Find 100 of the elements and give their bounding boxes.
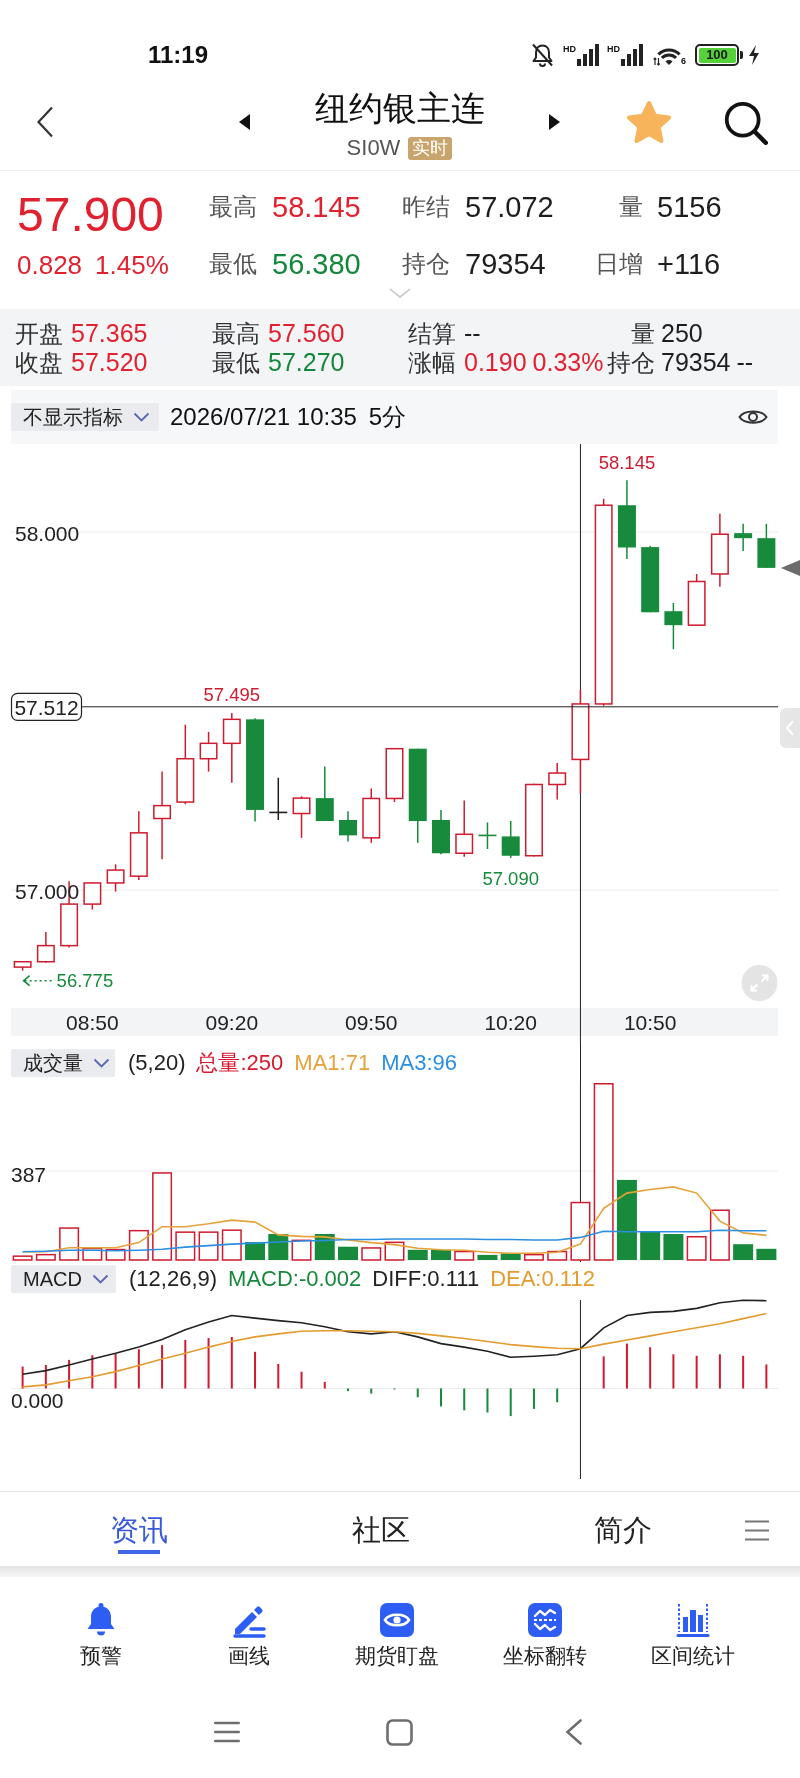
volume-bar <box>105 1248 126 1261</box>
indicator-dropdown[interactable]: MACD <box>11 1265 116 1293</box>
price-label: 57.495 <box>203 684 261 706</box>
star-icon[interactable] <box>627 100 671 144</box>
candlestick <box>501 820 520 859</box>
tool-button[interactable]: 区间统计 <box>619 1602 767 1669</box>
detail-label: 量 <box>631 319 655 348</box>
detail-label: 持仓 <box>607 348 655 377</box>
volume-bar <box>35 1253 56 1261</box>
tab[interactable]: 简介 <box>594 1512 652 1554</box>
volume-bar <box>570 1201 591 1261</box>
detail-value: 57.365 <box>71 319 148 348</box>
search-icon[interactable] <box>723 99 768 145</box>
macd-bar <box>625 1343 628 1389</box>
tool-button[interactable]: 画线 <box>175 1602 323 1669</box>
mute-icon <box>530 43 555 67</box>
tool-button[interactable]: 预警 <box>27 1602 175 1669</box>
detail-label: 涨幅 <box>408 348 456 377</box>
home-icon[interactable] <box>386 1719 413 1746</box>
legend-text: 总量:250 <box>196 1049 284 1077</box>
macd-bar <box>672 1354 675 1389</box>
tab[interactable]: 社区 <box>352 1512 410 1554</box>
macd-bar <box>532 1388 535 1409</box>
volume-axis-label: 387 <box>11 1162 47 1186</box>
candlestick <box>548 762 567 801</box>
volume-bar <box>221 1229 242 1261</box>
chevron-down-icon <box>93 1058 110 1068</box>
macd-bar <box>649 1347 652 1389</box>
chevron-left-icon <box>785 720 794 736</box>
macd-bar <box>161 1345 164 1389</box>
detail-value: 57.270 <box>268 348 345 377</box>
last-price: 57.900 <box>17 187 164 243</box>
stat-value: 57.072 <box>465 190 554 224</box>
volume-bar <box>338 1246 358 1260</box>
macd-bar <box>556 1388 559 1403</box>
macd-bar <box>137 1349 140 1389</box>
legend-text: DEA:0.112 <box>490 1266 595 1292</box>
legend-text: DIFF:0.111 <box>372 1266 480 1292</box>
side-panel-handle[interactable] <box>780 708 800 748</box>
bar-datetime: 2026/07/21 10:35 <box>170 403 357 431</box>
time-axis-label: 08:50 <box>66 1010 119 1034</box>
zigzag-tile-icon <box>527 1602 563 1638</box>
back-icon[interactable] <box>36 106 54 138</box>
detail-value: -- <box>736 348 754 377</box>
previous-icon[interactable] <box>239 114 250 130</box>
volume-bar <box>384 1241 405 1261</box>
volume-bar <box>407 1249 428 1260</box>
eye-icon <box>379 1602 415 1638</box>
bar-chart-icon <box>675 1602 711 1638</box>
tool-button[interactable]: 坐标翻转 <box>471 1602 619 1669</box>
menu-icon[interactable] <box>214 1721 240 1743</box>
macd-axis-label: 0.000 <box>11 1388 64 1412</box>
volume-bar <box>640 1231 661 1260</box>
stat-value: +116 <box>657 247 721 281</box>
time-axis-label: 10:50 <box>623 1010 677 1034</box>
instrument-code: SI0W <box>346 135 401 161</box>
volume-bar <box>709 1209 730 1261</box>
stat-value: 5156 <box>657 190 722 224</box>
candlestick <box>664 602 683 650</box>
stat-value: 56.380 <box>272 247 361 281</box>
indicator-dropdown[interactable]: 不显示指标 <box>11 403 159 431</box>
price-change: 0.828 <box>17 250 83 280</box>
candlestick <box>385 747 404 803</box>
realtime-badge: 实时 <box>408 136 453 160</box>
price-label: 58.145 <box>598 451 656 473</box>
volume-bar <box>245 1242 266 1260</box>
battery-percent: 100 <box>706 48 728 62</box>
network-type-label: HD <box>607 44 620 54</box>
candlestick <box>641 544 660 614</box>
network-type-label: HD <box>563 44 576 54</box>
signal-icon <box>577 44 599 66</box>
signal-icon <box>621 44 643 66</box>
candlestick <box>362 787 381 844</box>
stat-label: 持仓 <box>402 249 450 279</box>
candlestick <box>292 795 311 839</box>
candlestick <box>129 810 148 881</box>
volume-bar <box>454 1250 475 1261</box>
tool-button[interactable]: 期货盯盘 <box>323 1602 471 1669</box>
volume-bar <box>547 1250 568 1261</box>
macd-bar <box>207 1338 210 1389</box>
macd-bar <box>695 1355 698 1389</box>
macd-bar <box>486 1388 489 1413</box>
stat-label: 日增 <box>595 249 643 279</box>
detail-value: 57.560 <box>268 319 345 348</box>
macd-bar <box>230 1337 233 1389</box>
volume-bar <box>477 1254 498 1260</box>
indicator-dropdown[interactable]: 成交量 <box>11 1049 115 1077</box>
candlestick <box>455 799 474 858</box>
macd-bar <box>718 1354 721 1389</box>
volume-bar <box>756 1248 777 1260</box>
macd-bar <box>463 1388 466 1411</box>
macd-bar <box>602 1356 605 1389</box>
menu-icon[interactable] <box>744 1520 770 1541</box>
next-icon[interactable] <box>549 114 560 130</box>
pointer-arrow <box>22 974 55 987</box>
volume-bar <box>431 1249 451 1260</box>
macd-bar <box>370 1388 373 1394</box>
stat-label: 最低 <box>209 249 257 279</box>
wifi-standard-label: 6 <box>681 55 686 66</box>
stat-value: 79354 <box>465 247 546 281</box>
